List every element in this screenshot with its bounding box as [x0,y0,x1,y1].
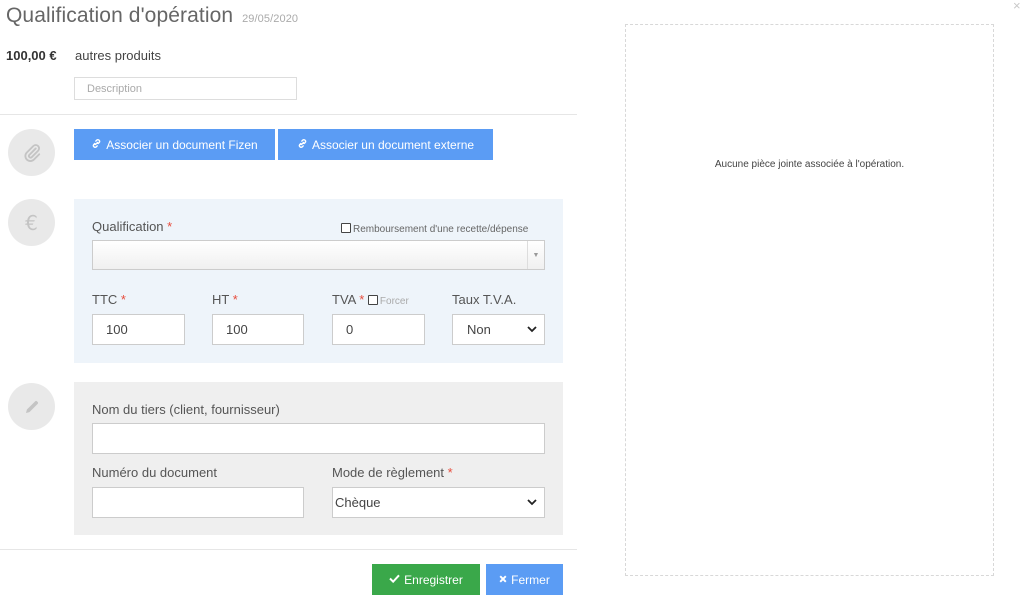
save-button[interactable]: Enregistrer [372,564,480,595]
link-icon [91,138,102,152]
document-number-input[interactable] [92,487,304,518]
tva-input[interactable]: 0 [332,314,425,345]
ht-input[interactable]: 100 [212,314,304,345]
caret-down-icon[interactable]: ▼ [527,241,544,269]
no-attachment-text: Aucune pièce jointe associée à l'opérati… [714,159,905,170]
ttc-input[interactable]: 100 [92,314,185,345]
euro-icon: € [8,199,55,246]
operation-amount: 100,00 € [6,48,57,63]
link-fizen-document-button[interactable]: Associer un document Fizen [74,129,275,160]
qualification-select[interactable]: ▼ [92,240,545,270]
chevron-down-icon [524,499,540,506]
divider [0,549,577,550]
divider [0,114,577,115]
chevron-down-icon [524,326,540,333]
third-party-name-label: Nom du tiers (client, fournisseur) [92,402,280,417]
tva-rate-value: Non [467,322,491,337]
operation-date: 29/05/2020 [242,13,299,25]
close-icon[interactable]: × [1013,0,1021,12]
check-icon [389,574,400,586]
link-external-label: Associer un document externe [311,137,475,152]
refund-checkbox[interactable] [341,223,351,233]
paperclip-icon [8,129,55,176]
ht-label: HT * [212,292,238,307]
tva-rate-select[interactable]: Non [452,314,545,345]
attachments-dropzone[interactable]: Aucune pièce jointe associée à l'opérati… [625,24,994,576]
refund-option[interactable]: Remboursement d'une recette/dépense [341,220,528,235]
payment-mode-label: Mode de règlement * [332,465,453,480]
pencil-icon [8,383,55,430]
close-label: Fermer [511,572,550,587]
tva-rate-label: Taux T.V.A. [452,292,517,307]
payment-mode-select[interactable]: Chèque [332,487,545,518]
force-checkbox[interactable] [367,295,378,305]
operation-category: autres produits [75,48,161,63]
description-input[interactable] [74,77,297,100]
tva-label: TVA * Forcer [332,292,409,307]
refund-label: Remboursement d'une recette/dépense [353,224,529,235]
third-party-name-input[interactable] [92,423,545,454]
save-label: Enregistrer [404,572,463,587]
force-label: Forcer [379,296,409,307]
document-number-label: Numéro du document [92,465,218,480]
x-icon [499,574,507,586]
close-button[interactable]: Fermer [486,564,563,595]
ttc-label: TTC * [92,292,126,307]
payment-mode-value: Chèque [335,495,381,510]
title-text: Qualification d'opération [6,4,234,27]
modal-title: Qualification d'opération 29/05/2020 [6,4,298,28]
link-fizen-label: Associer un document Fizen [106,137,258,152]
link-external-document-button[interactable]: Associer un document externe [278,129,493,160]
link-icon [297,138,308,152]
qualification-label: Qualification * [92,219,173,234]
